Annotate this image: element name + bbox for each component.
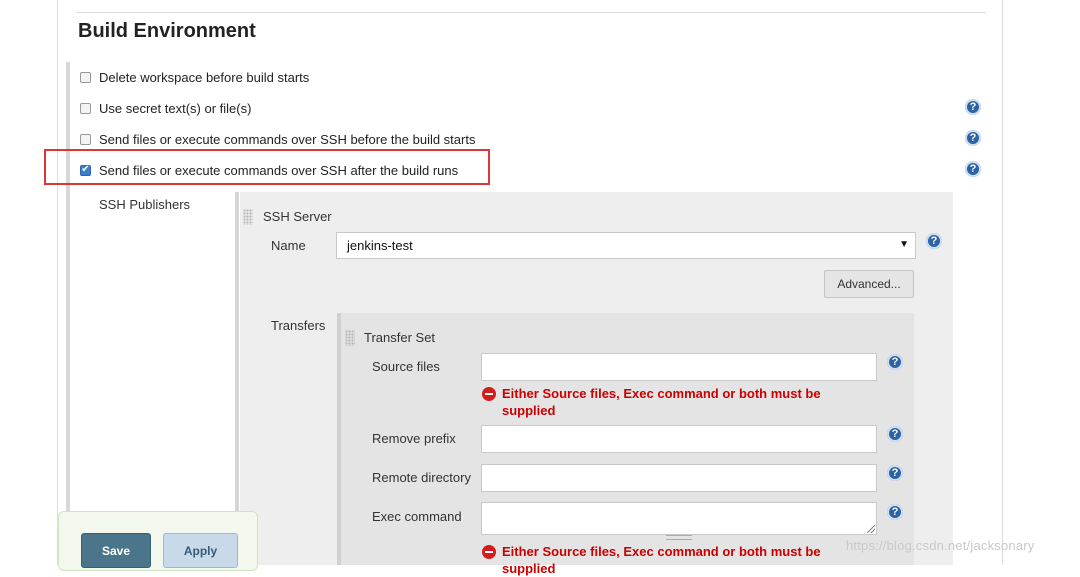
option-label: Send files or execute commands over SSH … [99,131,476,147]
error-text: Either Source files, Exec command or bot… [502,386,821,418]
transfer-set-title: Transfer Set [364,330,436,345]
error-icon [482,545,496,559]
save-button[interactable]: Save [81,533,151,568]
remove-prefix-input[interactable] [481,425,877,453]
exec-command-label: Exec command [372,509,462,524]
highlight-box [44,149,490,185]
checkbox-delete-workspace[interactable] [80,71,91,83]
exec-command-error: Either Source files, Exec command or bot… [482,543,832,577]
option-label: Use secret text(s) or file(s) [99,100,252,116]
ssh-server-title: SSH Server [263,209,332,224]
section-divider [76,12,986,13]
ssh-publishers-rail [235,192,239,565]
advanced-button[interactable]: Advanced... [824,270,914,298]
resize-grip-icon[interactable] [867,525,875,533]
ssh-server-value: jenkins-test [347,238,413,253]
error-icon [482,387,496,401]
option-delete-workspace[interactable]: Delete workspace before build starts [80,67,309,87]
apply-button[interactable]: Apply [163,533,238,568]
help-icon[interactable]: ? [887,465,903,481]
textarea-expand-handle[interactable] [666,535,692,540]
source-files-error: Either Source files, Exec command or bot… [482,385,832,419]
error-text: Either Source files, Exec command or bot… [502,544,821,576]
dropdown-arrow-icon: ▼ [899,239,909,250]
checkbox-secret-text[interactable] [80,102,91,114]
help-icon[interactable]: ? [887,426,903,442]
help-icon[interactable]: ? [965,161,981,177]
remove-prefix-label: Remove prefix [372,431,456,446]
option-ssh-before[interactable]: Send files or execute commands over SSH … [80,129,475,149]
checkbox-ssh-before[interactable] [80,133,91,145]
source-files-label: Source files [372,359,440,374]
help-icon[interactable]: ? [887,504,903,520]
name-label: Name [271,238,306,253]
option-secret-text[interactable]: Use secret text(s) or file(s) [80,98,251,118]
drag-handle-icon[interactable] [345,330,355,346]
watermark: https://blog.csdn.net/jacksonary [846,538,1035,553]
ssh-publishers-label: SSH Publishers [99,197,191,212]
ssh-server-select[interactable]: jenkins-test ▼ [336,232,916,259]
transfers-label: Transfers [271,318,326,333]
remote-directory-input[interactable] [481,464,877,492]
help-icon[interactable]: ? [965,130,981,146]
drag-handle-icon[interactable] [243,209,253,225]
help-icon[interactable]: ? [965,99,981,115]
section-rail [66,62,70,565]
section-title: Build Environment [78,20,256,42]
exec-command-textarea[interactable] [481,502,877,535]
help-icon[interactable]: ? [926,233,942,249]
remote-directory-label: Remote directory [372,470,471,485]
help-icon[interactable]: ? [887,354,903,370]
source-files-input[interactable] [481,353,877,381]
option-label: Delete workspace before build starts [99,69,310,85]
